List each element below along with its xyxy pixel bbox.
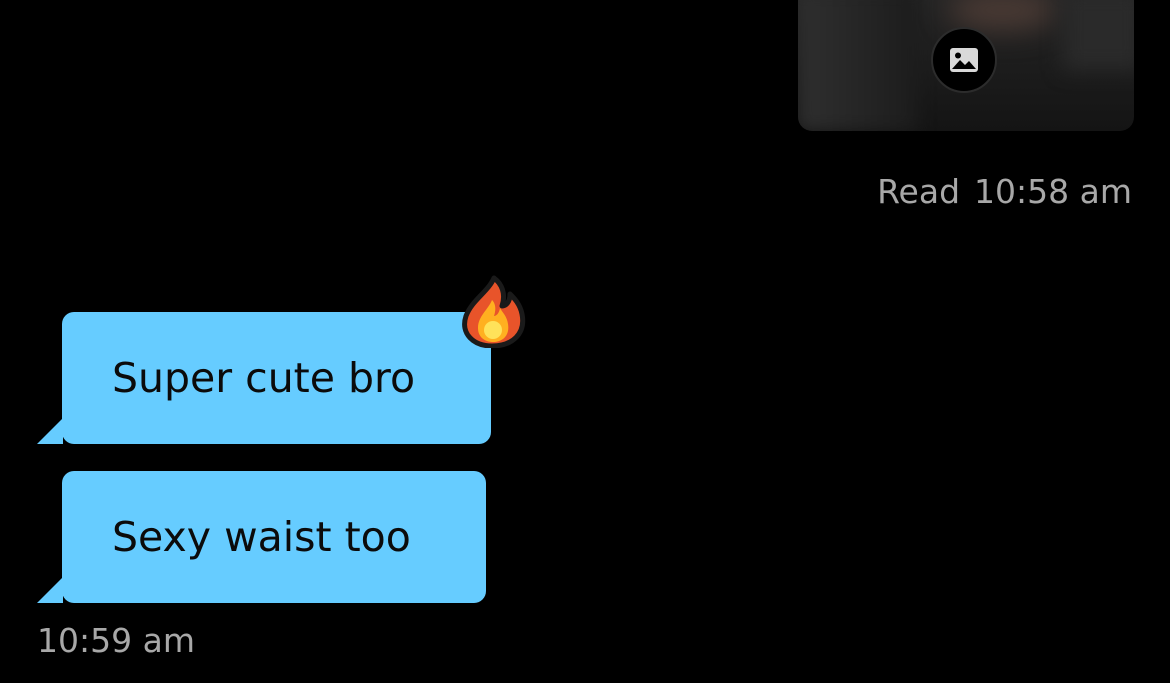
fire-emoji-glyph <box>462 275 526 349</box>
photo-blur-region <box>1063 0 1134 70</box>
received-message-bubble[interactable]: Super cute bro <box>62 312 491 444</box>
photo-blur-region <box>798 0 918 131</box>
received-timestamp: 10:59 am <box>37 621 195 660</box>
bubble-tail <box>37 418 63 444</box>
message-text: Super cute bro <box>112 354 416 402</box>
fire-reaction-icon[interactable] <box>458 274 528 349</box>
read-time: 10:58 am <box>974 172 1132 211</box>
bubble-tail <box>37 577 63 603</box>
read-label: Read <box>877 172 961 211</box>
message-text: Sexy waist too <box>112 513 411 561</box>
received-message-bubble[interactable]: Sexy waist too <box>62 471 486 603</box>
image-icon[interactable] <box>931 27 997 93</box>
sent-photo-attachment[interactable] <box>798 0 1134 131</box>
read-receipt: Read 10:58 am <box>877 172 1132 212</box>
photo-blur-region <box>948 0 1058 30</box>
image-glyph <box>950 48 978 72</box>
